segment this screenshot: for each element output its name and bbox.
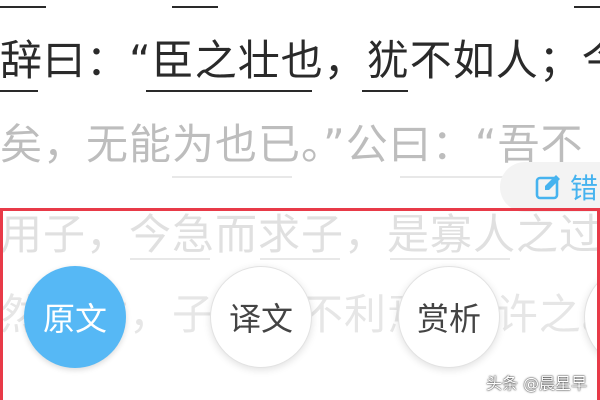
pen-square-icon xyxy=(535,175,560,200)
annotation-underline xyxy=(0,6,46,8)
annotation-underline xyxy=(146,90,312,92)
annotation-underline xyxy=(172,176,292,178)
annotation-underline xyxy=(574,6,600,8)
tab-appreciation[interactable]: 赏析 xyxy=(398,266,500,368)
tab-translation[interactable]: 译文 xyxy=(210,266,312,368)
reading-screen: 辞曰：“臣之壮也，犹不如人；今 矣，无能为也已。”公曰：“吾不 用子，今急而求子… xyxy=(0,0,600,400)
annotation-underline xyxy=(390,258,510,260)
annotation-underline xyxy=(172,6,218,8)
annotation-underline xyxy=(0,90,38,92)
tab-original-text[interactable]: 原文 xyxy=(24,266,126,368)
passage-line-1: 辞曰：“臣之壮也，犹不如人；今 xyxy=(0,36,600,85)
error-report-button[interactable]: 错 xyxy=(500,162,600,212)
passage-line-2: 矣，无能为也已。”公曰：“吾不 xyxy=(0,120,584,169)
annotation-underline xyxy=(362,90,408,92)
watermark: 头条 @晨星早 xyxy=(486,374,588,393)
error-report-label: 错 xyxy=(570,172,599,205)
passage-line-3: 用子，今急而求子，是寡人之过 xyxy=(0,210,600,259)
tab-more[interactable] xyxy=(584,266,600,368)
annotation-underline xyxy=(260,258,340,260)
annotation-underline xyxy=(130,258,210,260)
